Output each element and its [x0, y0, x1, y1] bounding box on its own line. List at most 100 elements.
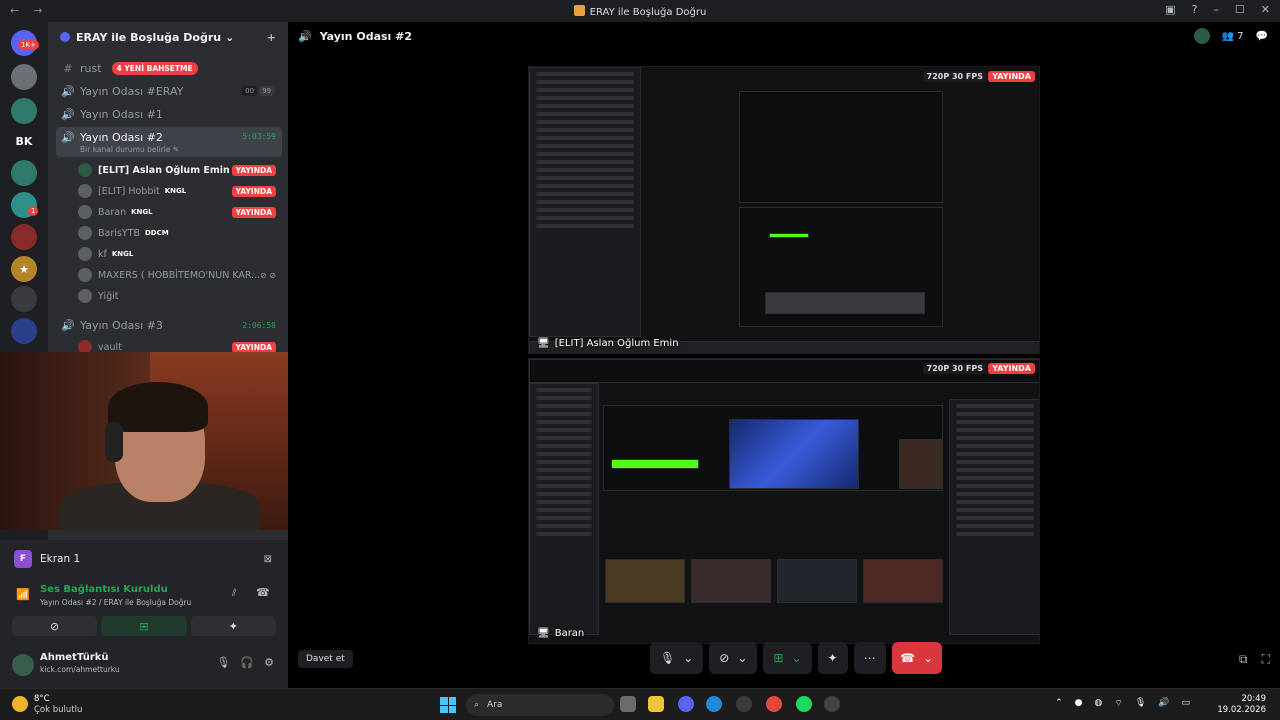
headphones-icon[interactable]: 🎧	[240, 656, 254, 669]
activities-button[interactable]: ✦	[190, 616, 276, 636]
voice-user[interactable]: kf KNGL	[78, 244, 282, 264]
file-explorer-icon[interactable]	[648, 696, 664, 712]
close-button[interactable]: ✕	[1261, 3, 1270, 16]
channel-timer: 5:03:59	[242, 132, 276, 141]
task-view-icon[interactable]	[620, 696, 636, 712]
screen-share-card[interactable]: F Ekran 1 ⊠	[8, 544, 280, 574]
steam-icon[interactable]: ◍	[1095, 698, 1103, 709]
server-icon[interactable]	[11, 286, 37, 312]
user-limit: 99	[259, 86, 274, 96]
spotify-icon[interactable]	[796, 696, 812, 712]
server-icon[interactable]	[11, 318, 37, 344]
search-box[interactable]: ⌕ Ara	[466, 694, 614, 716]
activity-icon[interactable]	[1193, 28, 1210, 44]
voice-user[interactable]: [ELIT] Aslan Oğlum Emin YAYINDA	[78, 160, 282, 180]
clock[interactable]: 20:49 19.02.2026	[1217, 694, 1266, 716]
stop-share-icon[interactable]: ⊠	[264, 554, 272, 565]
live-badge: YAYINDA	[231, 185, 276, 197]
call-controls: 🎙 ⌄ ⊘ ⌄ ⊞ ⌄ ✦ ⋯ ☎ ⌄	[650, 642, 942, 674]
voice-user[interactable]: Yiğit	[78, 286, 282, 306]
clock-date: 19.02.2026	[1217, 705, 1266, 715]
chevron-up-icon[interactable]: ⌃	[1055, 698, 1063, 709]
fullscreen-icon[interactable]: ⛶	[1262, 652, 1270, 667]
weather-icon	[12, 696, 28, 712]
screen-share-button[interactable]: ⊞ ⌄	[763, 642, 812, 674]
taskbar: 8°C Çok bulutlu ⌕ Ara ⌃ ● ◍ ⌔ 🎙 🔊 ▭ 20:49…	[0, 688, 1280, 720]
edge-icon[interactable]	[706, 696, 722, 712]
volume-icon[interactable]: 🔊	[1158, 698, 1169, 709]
signal-icon[interactable]: 📶	[16, 588, 30, 601]
voice-user[interactable]: MAXERS ( HOBBİTEMO'NUN KAR... ⊘ ⊘	[78, 265, 282, 285]
activities-button[interactable]: ✦	[817, 642, 848, 674]
channel-yayin-odasi-1[interactable]: 🔊 Yayın Odası #1	[56, 104, 282, 124]
channel-yayin-odasi-3[interactable]: 🔊 Yayın Odası #3 2:06:58	[56, 315, 282, 335]
voice-connected[interactable]: Ses Bağlantısı Kuruldu	[40, 584, 168, 595]
chrome-icon[interactable]	[766, 696, 782, 712]
live-badge: YAYINDA	[231, 341, 276, 353]
more-button[interactable]: ⋯	[853, 642, 886, 674]
voice-location: Yayın Odası #2 / ERAY ile Boşluğa Doğru	[40, 598, 192, 607]
screen-share-button[interactable]: ⊞	[101, 616, 187, 636]
chevron-down-icon[interactable]: ⌄	[737, 651, 747, 665]
voice-user[interactable]: [ELIT] Hobbit KNGL YAYINDA	[78, 181, 282, 201]
disconnect-button[interactable]: ☎ ⌄	[891, 642, 942, 674]
server-icon[interactable]	[11, 64, 37, 90]
network-icon[interactable]: ⌔	[1114, 698, 1122, 709]
maximize-button[interactable]: ☐	[1235, 3, 1245, 16]
speaker-icon: 🔊	[61, 318, 75, 332]
server-header[interactable]: ERAY ile Boşluğa Doğru ⌄ +	[48, 22, 288, 52]
server-icon[interactable]	[11, 160, 37, 186]
camera-off-button[interactable]: ⊘	[12, 616, 98, 636]
microphone-icon[interactable]: 🎙	[216, 656, 230, 669]
chevron-down-icon[interactable]: ⌄	[923, 651, 933, 665]
server-logo-icon	[573, 5, 585, 16]
app-icon[interactable]	[736, 696, 752, 712]
avatar[interactable]	[12, 654, 34, 676]
temperature: 8°C	[34, 694, 50, 704]
speaker-icon: 🔊	[298, 30, 312, 43]
voice-user[interactable]: BarisYTB DDCM	[78, 223, 282, 243]
camera-button[interactable]: ⊘ ⌄	[709, 642, 758, 674]
add-member-icon[interactable]: +	[267, 31, 276, 44]
stream-tile[interactable]: 720P 30 FPS YAYINDA 🖥 Baran	[528, 358, 1040, 644]
chevron-down-icon[interactable]: ⌄	[791, 651, 801, 665]
avatar	[78, 205, 92, 219]
start-button[interactable]	[440, 697, 456, 713]
stream-tile[interactable]: 720P 30 FPS YAYINDA 🖥 [ELIT] Aslan Oğlum …	[528, 66, 1040, 354]
channel-rust[interactable]: # rust 4 YENİ BAHSETME	[56, 58, 282, 78]
server-icon[interactable]	[11, 224, 37, 250]
inbox-icon[interactable]: ▣	[1165, 3, 1175, 16]
gear-icon[interactable]: ⚙	[264, 656, 274, 669]
star-server-icon[interactable]: ★	[11, 256, 37, 282]
noise-suppression-icon[interactable]: ⫽	[232, 588, 236, 599]
invite-button[interactable]: Davet et	[298, 650, 353, 668]
server-bk[interactable]: BK	[11, 128, 37, 154]
headphones	[105, 422, 123, 462]
microphone-icon[interactable]: 🎙	[1135, 698, 1146, 709]
microphone-button[interactable]: 🎙 ⌄	[650, 642, 704, 674]
stream-quality: 720P 30 FPS	[922, 363, 987, 374]
avatar	[78, 163, 92, 177]
people-icon[interactable]: 👥 7	[1222, 31, 1244, 42]
mention-pill[interactable]: 4 YENİ BAHSETME	[111, 61, 198, 75]
streamer-name: 🖥 [ELIT] Aslan Oğlum Emin	[537, 338, 679, 349]
voice-user[interactable]: Baran KNGL YAYINDA	[78, 202, 282, 222]
app-icon[interactable]	[824, 696, 840, 712]
minimize-button[interactable]: –	[1213, 3, 1219, 16]
channel-yayin-odasi-eray[interactable]: 🔊 Yayın Odası #ERAY 00 99	[56, 81, 282, 101]
screen-icon: 🖥	[537, 338, 550, 349]
user-name[interactable]: AhmetTürkü	[40, 652, 109, 663]
chevron-down-icon[interactable]: ⌄	[683, 651, 693, 665]
chat-icon[interactable]: 💬	[1256, 31, 1268, 42]
avatar	[78, 289, 92, 303]
tray-app-icon[interactable]: ●	[1075, 698, 1083, 709]
server-icon[interactable]	[11, 98, 37, 124]
channel-yayin-odasi-2[interactable]: 🔊 Yayın Odası #2 5:03:59 Bir kanal durum…	[56, 127, 282, 157]
disconnect-icon[interactable]: ☎	[256, 586, 270, 599]
help-icon[interactable]: ?	[1192, 3, 1198, 16]
battery-icon[interactable]: ▭	[1181, 698, 1190, 709]
discord-taskbar-icon[interactable]	[678, 696, 694, 712]
view-controls: ⧉ ⛶	[1239, 652, 1270, 667]
popout-icon[interactable]: ⧉	[1239, 652, 1248, 667]
channel-status[interactable]: Bir kanal durumu belirle ✎	[80, 145, 179, 154]
